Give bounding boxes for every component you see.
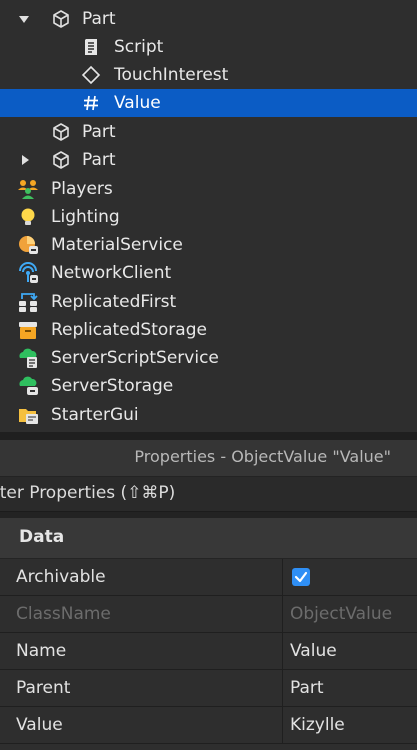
property-name: Name <box>16 641 67 661</box>
material-service-icon <box>17 234 39 256</box>
section-title: Data <box>19 527 65 547</box>
checkmark-icon <box>294 571 308 583</box>
tree-item-server-storage[interactable]: ServerStorage <box>0 372 417 400</box>
part-icon <box>50 8 72 30</box>
property-row-name: Name Value <box>0 633 417 670</box>
tree-item-network-client[interactable]: NetworkClient <box>0 259 417 287</box>
tree-item-label: Script <box>114 37 164 57</box>
explorer-panel: Part Script TouchInterest Value Part Par… <box>0 0 417 432</box>
tree-item-label: Part <box>82 150 116 170</box>
tree-item-players[interactable]: Players <box>0 175 417 203</box>
tree-item-label: ServerStorage <box>51 376 174 396</box>
starter-gui-icon <box>17 404 39 426</box>
tree-item-replicated-storage[interactable]: ReplicatedStorage <box>0 316 417 344</box>
property-name: Value <box>16 715 63 735</box>
tree-item-label: ServerScriptService <box>51 348 219 368</box>
column-divider <box>282 707 283 743</box>
server-storage-icon <box>17 375 39 397</box>
property-row-parent: Parent Part <box>0 670 417 707</box>
panel-splitter[interactable] <box>0 432 417 440</box>
tree-item-part[interactable]: Part <box>0 118 417 146</box>
value-value-field[interactable]: Kizylle <box>290 715 345 735</box>
object-value-icon <box>80 92 102 114</box>
tree-item-server-script-service[interactable]: ServerScriptService <box>0 344 417 372</box>
script-icon <box>80 36 102 58</box>
property-name: ClassName <box>16 604 111 624</box>
tree-item-label: Players <box>51 179 113 199</box>
name-value-field[interactable]: Value <box>290 641 337 661</box>
tree-item-label: MaterialService <box>51 235 183 255</box>
touch-interest-icon <box>80 64 102 86</box>
property-row-archivable: Archivable <box>0 559 417 596</box>
property-value: ObjectValue <box>290 604 393 624</box>
tree-item-label: Value <box>114 93 161 113</box>
replicated-first-icon <box>17 291 39 313</box>
column-divider <box>282 633 283 669</box>
filter-properties-input[interactable]: lter Properties (⇧⌘P) <box>0 477 417 512</box>
column-divider <box>282 559 283 595</box>
lighting-icon <box>17 206 39 228</box>
property-name: Parent <box>16 678 71 698</box>
column-divider <box>282 596 283 632</box>
tree-item-part[interactable]: Part <box>0 5 417 33</box>
tree-item-label: TouchInterest <box>114 65 229 85</box>
players-icon <box>17 178 39 200</box>
property-name: Archivable <box>16 567 106 587</box>
properties-title: Properties - ObjectValue "Value" <box>134 447 391 466</box>
archivable-checkbox[interactable] <box>292 568 310 586</box>
tree-item-material-service[interactable]: MaterialService <box>0 231 417 259</box>
network-client-icon <box>17 262 39 284</box>
replicated-storage-icon <box>17 319 39 341</box>
property-row-value: Value Kizylle <box>0 707 417 744</box>
tree-item-replicated-first[interactable]: ReplicatedFirst <box>0 288 417 316</box>
properties-title-bar: Properties - ObjectValue "Value" <box>0 440 417 477</box>
tree-item-label: Lighting <box>51 207 120 227</box>
tree-item-label: ReplicatedFirst <box>51 292 177 312</box>
column-divider <box>282 670 283 706</box>
expand-arrow-icon[interactable] <box>19 154 31 166</box>
tree-item-lighting[interactable]: Lighting <box>0 203 417 231</box>
part-icon <box>50 149 72 171</box>
tree-item-starter-gui[interactable]: StarterGui <box>0 401 417 429</box>
tree-item-label: Part <box>82 122 116 142</box>
section-header-data[interactable]: Data <box>0 518 417 559</box>
filter-placeholder: lter Properties (⇧⌘P) <box>0 483 176 503</box>
part-icon <box>50 121 72 143</box>
tree-item-part[interactable]: Part <box>0 146 417 174</box>
tree-item-label: StarterGui <box>51 405 139 425</box>
tree-item-label: NetworkClient <box>51 263 172 283</box>
server-script-service-icon <box>17 347 39 369</box>
tree-item-value[interactable]: Value <box>0 89 417 117</box>
property-row-classname: ClassName ObjectValue <box>0 596 417 633</box>
tree-item-script[interactable]: Script <box>0 33 417 61</box>
tree-item-touch-interest[interactable]: TouchInterest <box>0 61 417 89</box>
collapse-arrow-icon[interactable] <box>18 13 30 25</box>
tree-item-label: ReplicatedStorage <box>51 320 207 340</box>
tree-item-label: Part <box>82 9 116 29</box>
parent-value-field[interactable]: Part <box>290 678 324 698</box>
